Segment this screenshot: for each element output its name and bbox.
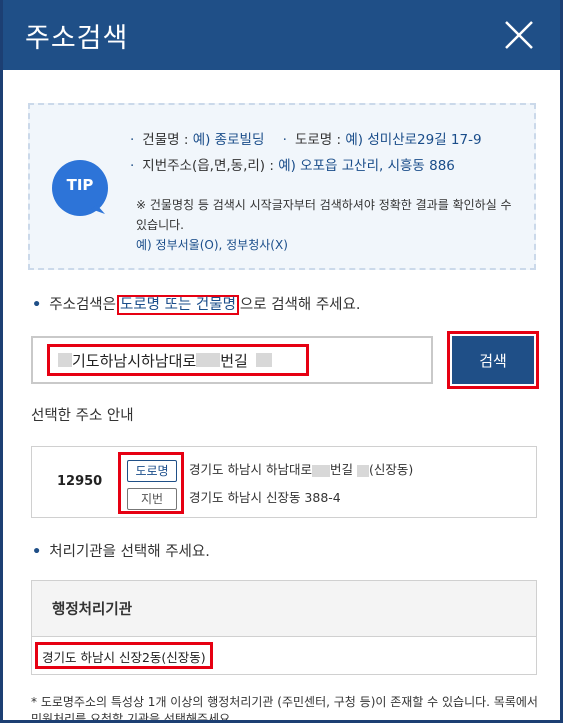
tip-badge-label: TIP <box>66 176 94 194</box>
tip-badge-icon: TIP <box>51 159 109 217</box>
zip-code: 12950 <box>57 474 103 489</box>
search-guide: • 주소검색은 도로명 또는 건물명 으로 검색해 주세요. <box>32 295 361 315</box>
search-input[interactable]: 기도하남시하남대로 번길 <box>47 344 309 376</box>
search-field-wrapper: 기도하남시하남대로 번길 <box>31 336 433 384</box>
selected-address-title: 선택한 주소 안내 <box>31 408 134 424</box>
agency-table: 행정처리기관 경기도 하남시 신장2동(신장동) <box>31 580 537 675</box>
redacted-mark <box>255 353 272 367</box>
tip-example: 예) 정부서울(O), 정부청사(X) <box>136 238 288 252</box>
road-name-tag[interactable]: 도로명 <box>127 460 177 482</box>
search-button[interactable]: 검색 <box>452 336 534 384</box>
redacted-mark <box>196 353 221 367</box>
footnote: * 도로명주소의 특성상 1개 이상의 행정처리기관 (주민센터, 구청 등)이… <box>31 695 538 723</box>
agency-option[interactable]: 경기도 하남시 신장2동(신장동) <box>35 642 213 669</box>
agency-header: 행정처리기관 <box>32 581 536 637</box>
redacted-mark <box>311 464 330 477</box>
tip-line-1: · 건물명 : 예) 종로빌딩 · 도로명 : 예) 성미산로29길 17-9 <box>130 132 482 148</box>
selected-address-box: 12950 도로명 지번 경기도 하남시 하남대로 번길 (신장동) 경기도 하남… <box>31 446 537 518</box>
lot-address: 경기도 하남시 신장동 388-4 <box>189 490 341 505</box>
dialog-header: 주소검색 <box>3 0 560 70</box>
search-button-frame: 검색 <box>447 331 539 389</box>
tip-line-2: · 지번주소(읍,면,동,리) : 예) 오포읍 고산리, 시흥동 886 <box>130 158 455 174</box>
guide-highlight: 도로명 또는 건물명 <box>116 295 239 315</box>
redacted-mark <box>58 353 72 367</box>
tip-box: TIP · 건물명 : 예) 종로빌딩 · 도로명 : 예) 성미산로29길 17-… <box>28 103 536 270</box>
address-type-group: 도로명 지번 <box>118 452 184 514</box>
dialog-title: 주소검색 <box>25 23 129 54</box>
address-search-dialog: 주소검색 TIP · 건물명 : 예) 종로빌딩 · 도로명 : 예) 성미산로29… <box>0 0 563 723</box>
agency-prompt: • 처리기관을 선택해 주세요. <box>32 544 210 560</box>
close-icon[interactable] <box>502 18 536 52</box>
lot-number-tag[interactable]: 지번 <box>127 488 177 510</box>
road-address: 경기도 하남시 하남대로 번길 (신장동) <box>189 462 414 477</box>
redacted-mark <box>356 464 369 477</box>
tip-note: ※ 건물명칭 등 검색시 시작글자부터 검색하셔야 정확한 결과를 확인하실 수… <box>136 198 512 232</box>
